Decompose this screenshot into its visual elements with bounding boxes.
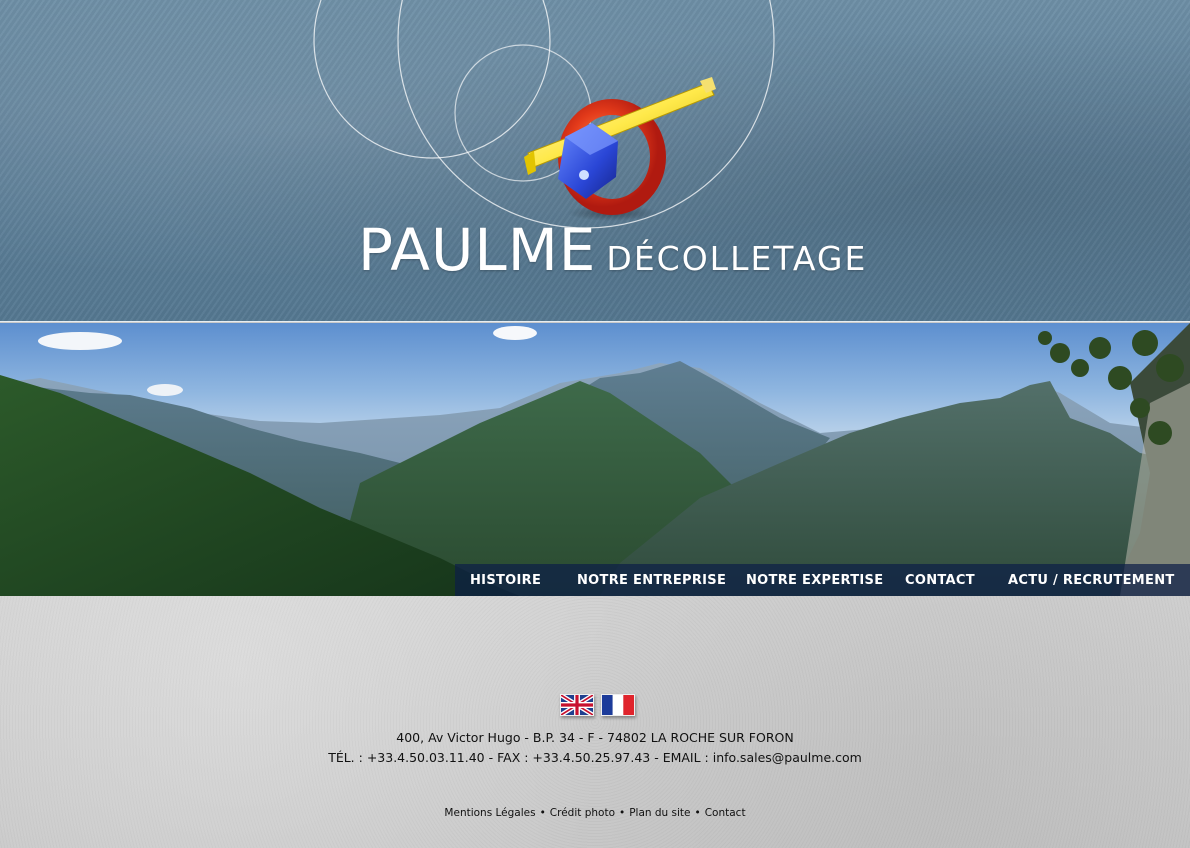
nav-item-contact[interactable]: CONTACT [905,573,975,588]
uk-flag-icon[interactable] [560,694,594,716]
nav-item-histoire[interactable]: HISTOIRE [470,573,541,588]
link-contact[interactable]: Contact [705,807,746,819]
nav-item-notre-expertise[interactable]: NOTRE EXPERTISE [746,573,883,588]
site-footer: 400, Av Victor Hugo - B.P. 34 - F - 7480… [0,596,1190,848]
brand-title: PAULME DÉCOLLETAGE [358,216,867,286]
brand-sub: DÉCOLLETAGE [606,239,868,278]
site-header: PAULME DÉCOLLETAGE [0,0,1190,322]
footer-links: Mentions Légales • Crédit photo • Plan du si… [0,807,1190,819]
company-address: 400, Av Victor Hugo - B.P. 34 - F - 7480… [396,730,794,745]
link-separator: • [619,807,626,819]
main-navigation: HISTOIRE NOTRE ENTREPRISE NOTRE EXPERTIS… [455,564,1190,596]
header-divider [0,321,1190,322]
france-flag-icon[interactable] [601,694,635,716]
link-separator: • [694,807,701,819]
mountain-banner-image [0,323,1190,596]
company-contact-line: TÉL. : +33.4.50.03.11.40 - FAX : +33.4.5… [328,750,862,765]
link-credit-photo[interactable]: Crédit photo [550,807,615,819]
link-separator: • [539,807,546,819]
link-plan-du-site[interactable]: Plan du site [629,807,690,819]
nav-item-notre-entreprise[interactable]: NOTRE ENTREPRISE [577,573,726,588]
link-mentions-legales[interactable]: Mentions Légales [444,807,535,819]
company-logo-icon[interactable] [520,75,720,225]
nav-item-actu-recrutement[interactable]: ACTU / RECRUTEMENT [1008,573,1175,588]
brand-main: PAULME [358,216,597,284]
